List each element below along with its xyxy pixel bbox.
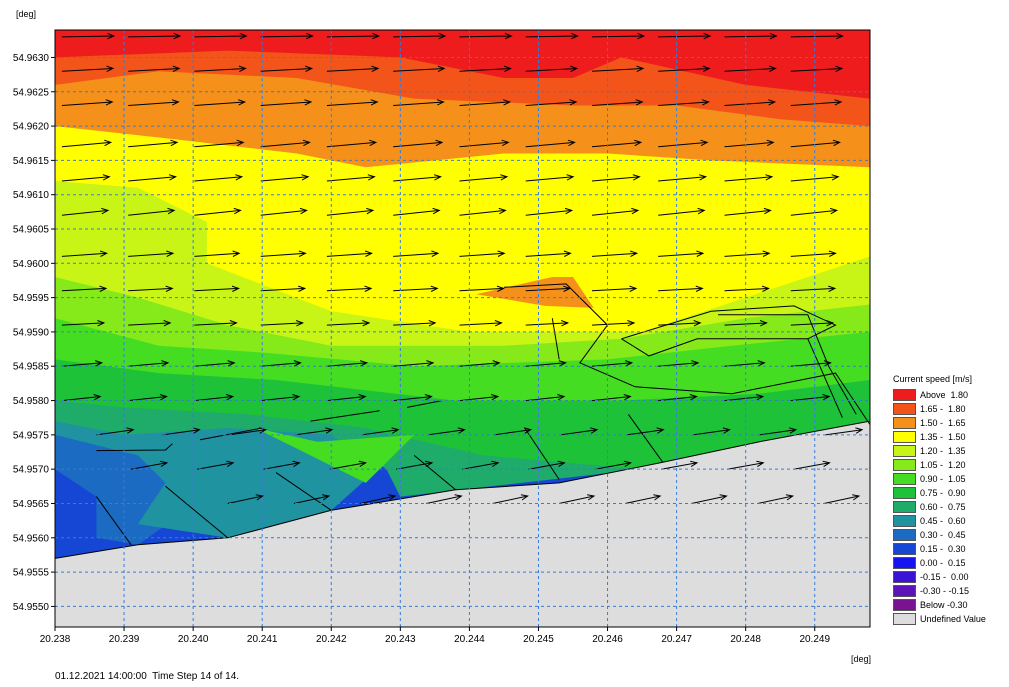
legend-label: -0.15 - 0.00 <box>920 572 969 582</box>
y-tick-label: 54.9630 <box>13 53 50 64</box>
y-tick-label: 54.9595 <box>13 293 50 304</box>
legend-label: 0.00 - 0.15 <box>920 558 966 568</box>
footer-datetime: 01.12.2021 14:00:00 <box>55 671 147 682</box>
y-tick-label: 54.9555 <box>13 568 50 579</box>
legend-swatch <box>893 473 916 485</box>
y-tick-label: 54.9560 <box>13 533 50 544</box>
x-tick-label: 20.245 <box>523 634 554 645</box>
x-tick-label: 20.244 <box>454 634 485 645</box>
legend-entry: Below -0.30 <box>893 598 1003 612</box>
legend-label: 0.15 - 0.30 <box>920 544 966 554</box>
legend-entry: 1.20 - 1.35 <box>893 444 1003 458</box>
legend-entry: Above 1.80 <box>893 388 1003 402</box>
y-axis-ticks: 54.9550 54.9555 54.9560 54.9565 54.9570 54.95… <box>13 53 55 613</box>
legend-swatch <box>893 515 916 527</box>
x-tick-label: 20.239 <box>109 634 140 645</box>
legend-entry: Undefined Value <box>893 612 1003 626</box>
legend-entry: 0.30 - 0.45 <box>893 528 1003 542</box>
y-tick-label: 54.9625 <box>13 87 50 98</box>
legend-swatch <box>893 501 916 513</box>
legend-swatch <box>893 403 916 415</box>
legend-entry: 0.15 - 0.30 <box>893 542 1003 556</box>
legend-label: 0.75 - 0.90 <box>920 488 966 498</box>
y-tick-label: 54.9575 <box>13 430 50 441</box>
legend-entry: 1.65 - 1.80 <box>893 402 1003 416</box>
x-tick-label: 20.238 <box>40 634 71 645</box>
legend-label: 1.35 - 1.50 <box>920 432 966 442</box>
x-tick-label: 20.242 <box>316 634 347 645</box>
legend-swatch <box>893 417 916 429</box>
x-axis-unit: [deg] <box>851 654 872 664</box>
x-tick-label: 20.241 <box>247 634 278 645</box>
legend-swatch <box>893 543 916 555</box>
legend-entry: 1.50 - 1.65 <box>893 416 1003 430</box>
legend-swatch <box>893 445 916 457</box>
current-speed-map: 20.238 20.239 20.240 20.241 20.242 20.243 20.2… <box>13 29 871 645</box>
y-tick-label: 54.9580 <box>13 396 50 407</box>
y-tick-label: 54.9550 <box>13 602 50 613</box>
x-tick-label: 20.246 <box>592 634 623 645</box>
legend-entry: 0.60 - 0.75 <box>893 500 1003 514</box>
legend-entry: 1.05 - 1.20 <box>893 458 1003 472</box>
y-tick-label: 54.9590 <box>13 327 50 338</box>
legend-label: 0.45 - 0.60 <box>920 516 966 526</box>
legend-swatch <box>893 599 916 611</box>
y-axis-unit: [deg] <box>16 9 37 19</box>
legend-label: Below -0.30 <box>920 600 968 610</box>
legend-entry: 0.75 - 0.90 <box>893 486 1003 500</box>
legend-label: 1.50 - 1.65 <box>920 418 966 428</box>
x-tick-label: 20.248 <box>730 634 761 645</box>
legend-swatch <box>893 557 916 569</box>
legend-label: 0.30 - 0.45 <box>920 530 966 540</box>
legend: Current speed [m/s] Above 1.80 1.65 - 1.8… <box>893 374 1003 626</box>
legend-label: 1.65 - 1.80 <box>920 404 966 414</box>
x-tick-label: 20.247 <box>661 634 692 645</box>
legend-swatch <box>893 529 916 541</box>
legend-entry: 0.00 - 0.15 <box>893 556 1003 570</box>
legend-swatch <box>893 487 916 499</box>
legend-entry: 0.90 - 1.05 <box>893 472 1003 486</box>
legend-swatch <box>893 613 916 625</box>
legend-entries: Above 1.80 1.65 - 1.80 1.50 - 1.65 1.35 - 1… <box>893 388 1003 626</box>
legend-label: Undefined Value <box>920 614 986 624</box>
y-tick-label: 54.9605 <box>13 225 50 236</box>
legend-swatch <box>893 585 916 597</box>
y-tick-label: 54.9600 <box>13 259 50 270</box>
y-tick-label: 54.9585 <box>13 362 50 373</box>
legend-swatch <box>893 571 916 583</box>
y-tick-label: 54.9570 <box>13 465 50 476</box>
legend-swatch <box>893 459 916 471</box>
legend-label: 0.90 - 1.05 <box>920 474 966 484</box>
y-tick-label: 54.9565 <box>13 499 50 510</box>
footer-timestep: Time Step 14 of 14. <box>152 671 240 682</box>
legend-label: Above 1.80 <box>920 390 969 400</box>
legend-title: Current speed [m/s] <box>893 374 973 384</box>
legend-entry: -0.15 - 0.00 <box>893 570 1003 584</box>
x-tick-label: 20.240 <box>178 634 209 645</box>
legend-label: 0.60 - 0.75 <box>920 502 966 512</box>
legend-entry: 0.45 - 0.60 <box>893 514 1003 528</box>
legend-label: -0.30 - -0.15 <box>920 586 970 596</box>
y-tick-label: 54.9610 <box>13 190 50 201</box>
x-tick-label: 20.249 <box>799 634 830 645</box>
legend-entry: 1.35 - 1.50 <box>893 430 1003 444</box>
x-tick-label: 20.243 <box>385 634 416 645</box>
footer-status: 01.12.2021 14:00:00 Time Step 14 of 14. <box>55 671 239 682</box>
legend-swatch <box>893 431 916 443</box>
legend-label: 1.05 - 1.20 <box>920 460 966 470</box>
y-tick-label: 54.9620 <box>13 122 50 133</box>
legend-entry: -0.30 - -0.15 <box>893 584 1003 598</box>
legend-swatch <box>893 389 916 401</box>
legend-label: 1.20 - 1.35 <box>920 446 966 456</box>
x-axis-ticks: 20.238 20.239 20.240 20.241 20.242 20.243 20.2… <box>40 627 830 645</box>
y-tick-label: 54.9615 <box>13 156 50 167</box>
